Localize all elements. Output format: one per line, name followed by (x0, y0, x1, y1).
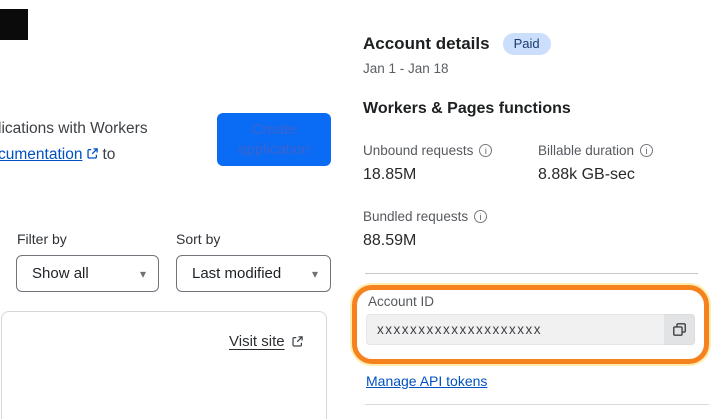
chevron-down-icon: ▾ (139, 266, 146, 281)
sort-by-label: Sort by (176, 231, 221, 247)
visit-site-link[interactable]: Visit site (229, 333, 304, 350)
workers-pages-dashboard: lications with Workers cumentation to Cre… (0, 0, 718, 419)
stat-value-bundled-requests: 88.59M (363, 232, 417, 249)
account-details-title: Account details (363, 34, 490, 53)
intro-suffix: to (102, 146, 116, 163)
external-link-icon (86, 143, 99, 169)
intro-text: lications with Workers cumentation to (0, 116, 213, 169)
billing-date-range: Jan 1 - Jan 18 (363, 61, 449, 76)
info-icon[interactable]: i (474, 210, 488, 223)
stat-value-unbound-requests: 18.85M (363, 166, 417, 183)
stat-label-unbound-requests: Unbound requests i (363, 143, 493, 158)
divider (365, 404, 709, 405)
redacted-block (0, 9, 28, 40)
external-link-icon (291, 335, 304, 348)
sort-dropdown[interactable]: Last modified ▾ (176, 255, 331, 292)
documentation-link[interactable]: cumentation (0, 146, 82, 163)
paid-plan-badge: Paid (502, 33, 551, 55)
info-icon[interactable]: i (640, 144, 654, 157)
create-application-button[interactable]: Create application (217, 113, 331, 166)
sort-dropdown-value: Last modified (192, 265, 282, 282)
filter-by-label: Filter by (17, 231, 67, 247)
filter-dropdown[interactable]: Show all ▾ (16, 255, 159, 292)
stat-value-billable-duration: 8.88k GB-sec (538, 166, 635, 183)
divider (365, 273, 698, 274)
copy-account-id-button[interactable] (664, 314, 695, 345)
intro-line-2: cumentation to (0, 142, 213, 169)
visit-site-label: Visit site (229, 333, 285, 350)
project-card (1, 311, 327, 419)
intro-line-1: lications with Workers (0, 120, 148, 137)
account-id-label: Account ID (368, 294, 435, 309)
copy-icon (671, 321, 688, 338)
account-details-header: Account details Paid (363, 33, 551, 55)
functions-section-title: Workers & Pages functions (363, 100, 571, 117)
stat-label-bundled-requests: Bundled requests i (363, 209, 488, 224)
chevron-down-icon: ▾ (311, 266, 318, 281)
filter-dropdown-value: Show all (32, 265, 89, 282)
stat-label-billable-duration: Billable duration i (538, 143, 654, 158)
account-id-input[interactable] (366, 314, 664, 345)
info-icon[interactable]: i (479, 144, 493, 157)
manage-api-tokens-link[interactable]: Manage API tokens (366, 373, 487, 389)
